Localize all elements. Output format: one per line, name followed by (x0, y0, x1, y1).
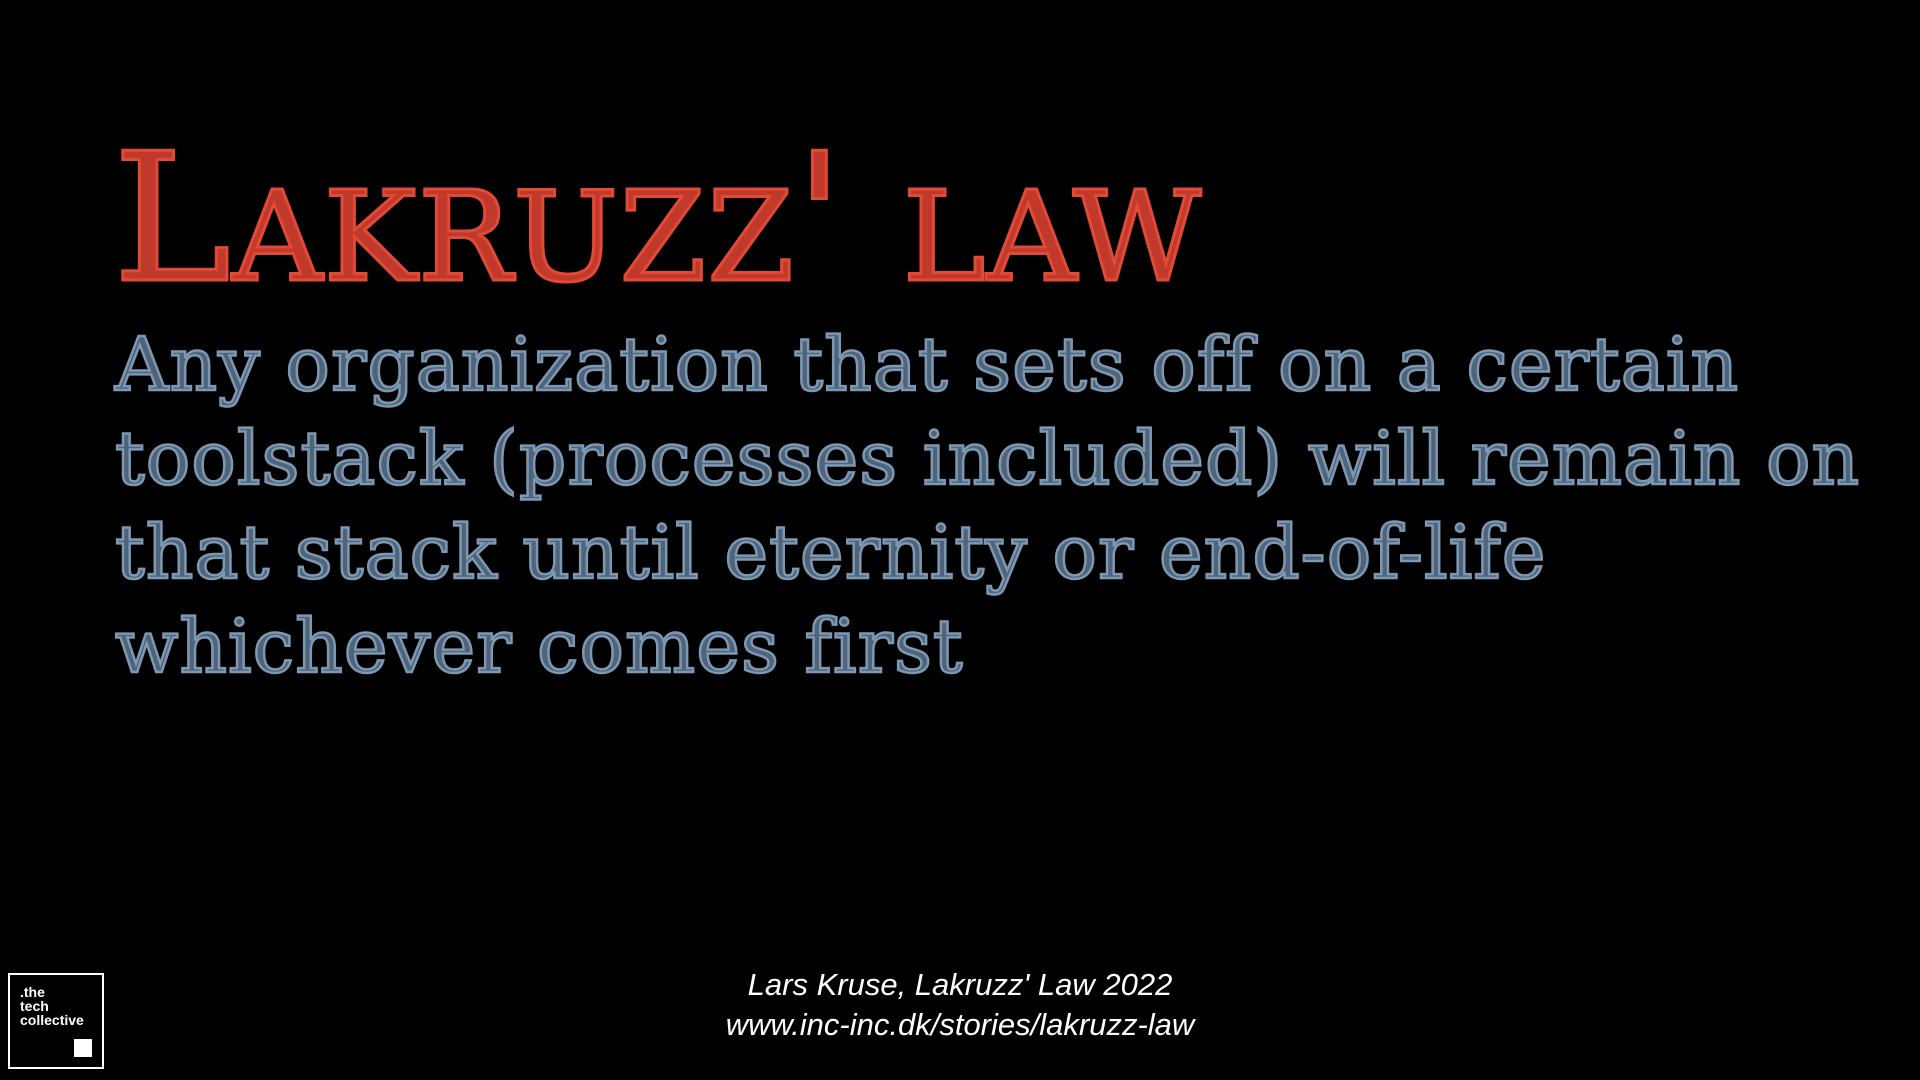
tech-collective-logo: .the tech collective (8, 973, 104, 1069)
slide-title: Lakruzz' law (111, 115, 1203, 322)
citation-author: Lars Kruse, Lakruzz' Law 2022 (747, 967, 1173, 1002)
citation: Lars Kruse, Lakruzz' Law 2022 www.inc-in… (0, 965, 1920, 1045)
square-icon (74, 1039, 92, 1057)
law-statement: Any organization that sets off on a cert… (114, 321, 1861, 692)
logo-text: .the tech collective (20, 984, 84, 1028)
citation-url: www.inc-inc.dk/stories/lakruzz-law (725, 1007, 1195, 1042)
slide: Lakruzz' law Any organization that sets … (0, 0, 1920, 1080)
